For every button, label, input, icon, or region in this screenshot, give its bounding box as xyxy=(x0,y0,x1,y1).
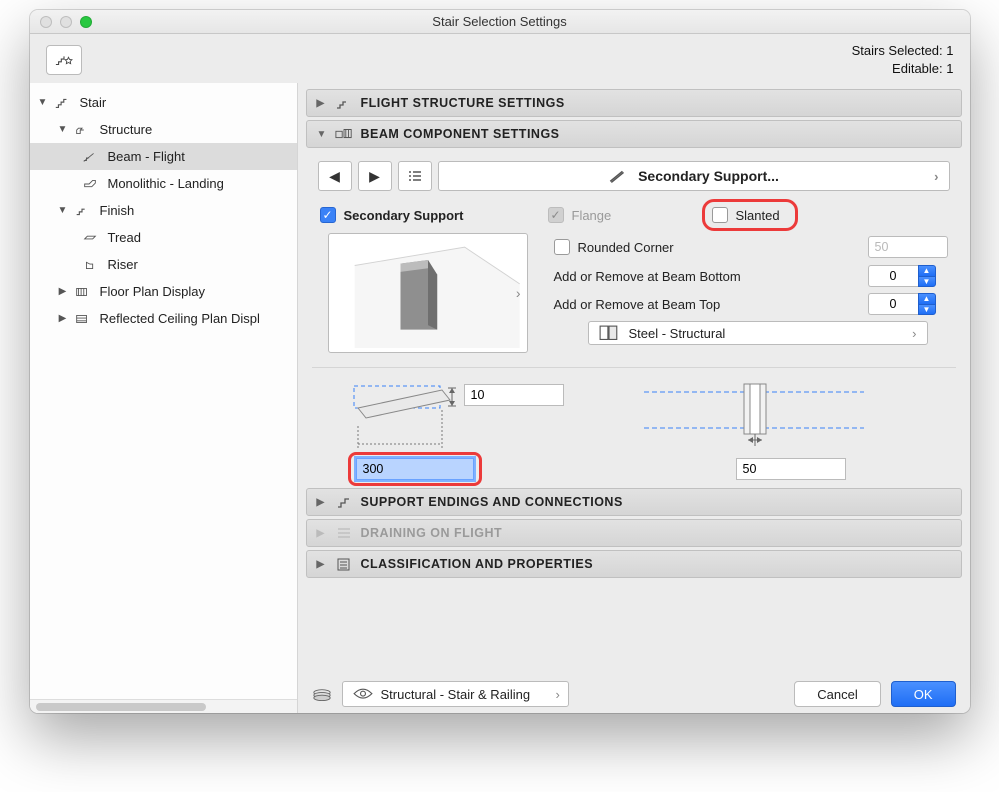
stairs-selected-value: 1 xyxy=(946,43,953,58)
material-swatch-icon xyxy=(599,325,619,341)
tree-item-stair[interactable]: Stair xyxy=(30,89,297,116)
stair-star-icon xyxy=(53,51,75,69)
layer-dropdown[interactable]: Structural - Stair & Railing › xyxy=(342,681,569,707)
slanted-checkbox[interactable] xyxy=(712,207,728,223)
section-support-endings[interactable]: ▶ SUPPORT ENDINGS AND CONNECTIONS xyxy=(306,488,962,516)
prev-support-button[interactable]: ◀ xyxy=(318,161,352,191)
section-beam-component[interactable]: ▼ BEAM COMPONENT SETTINGS xyxy=(306,120,962,148)
stair-icon xyxy=(52,95,72,111)
secondary-support-checkbox[interactable] xyxy=(320,207,336,223)
eye-icon xyxy=(353,686,373,702)
tree-item-riser[interactable]: Riser xyxy=(30,251,297,278)
flange-checkbox[interactable] xyxy=(548,207,564,223)
support-name-dropdown[interactable]: Secondary Support... › xyxy=(438,161,950,191)
chevron-right-icon: › xyxy=(912,326,916,341)
layer-swatch-icon xyxy=(312,686,332,702)
support-icon xyxy=(608,168,628,184)
titlebar: Stair Selection Settings xyxy=(30,10,970,34)
list-icon xyxy=(407,169,423,183)
endings-icon xyxy=(335,495,353,510)
editable-value: 1 xyxy=(946,61,953,76)
stairs-selected-label: Stairs Selected: xyxy=(852,43,943,58)
beam-width-input[interactable] xyxy=(464,384,564,406)
support-list-button[interactable] xyxy=(398,161,432,191)
settings-panel: ▶ FLIGHT STRUCTURE SETTINGS ▼ BEAM COMPO… xyxy=(298,83,970,713)
tree-item-finish[interactable]: Finish xyxy=(30,197,297,224)
monolithic-icon xyxy=(80,176,100,192)
riser-icon xyxy=(80,257,100,273)
secondary-support-label: Secondary Support xyxy=(344,208,464,223)
tree-item-structure[interactable]: Structure xyxy=(30,116,297,143)
finish-icon xyxy=(72,203,92,219)
rounded-corner-checkbox[interactable] xyxy=(554,239,570,255)
slanted-label: Slanted xyxy=(736,208,780,223)
tree-item-reflected-ceiling[interactable]: Reflected Ceiling Plan Displ xyxy=(30,305,297,332)
window-title: Stair Selection Settings xyxy=(30,14,970,29)
stepper-down-icon[interactable]: ▼ xyxy=(918,276,936,288)
support-preview[interactable]: › xyxy=(328,233,528,353)
add-remove-bottom-label: Add or Remove at Beam Bottom xyxy=(554,269,860,284)
rounded-corner-label: Rounded Corner xyxy=(578,240,674,255)
favorite-button[interactable] xyxy=(46,45,82,75)
tread-icon xyxy=(80,230,100,246)
editable-label: Editable: xyxy=(892,61,943,76)
rounded-corner-input[interactable] xyxy=(868,236,948,258)
material-dropdown[interactable]: Steel - Structural › xyxy=(588,321,928,345)
add-remove-top-label: Add or Remove at Beam Top xyxy=(554,297,860,312)
classification-icon xyxy=(335,557,353,572)
beam-thickness-input[interactable] xyxy=(736,458,846,480)
add-remove-top-stepper[interactable]: ▲▼ xyxy=(868,293,948,315)
beam-icon xyxy=(80,149,100,165)
settings-dialog: Stair Selection Settings Stairs Selected… xyxy=(30,10,970,713)
cancel-button[interactable]: Cancel xyxy=(794,681,880,707)
stepper-up-icon[interactable]: ▲ xyxy=(918,265,936,276)
next-support-button[interactable]: ▶ xyxy=(358,161,392,191)
tree-item-floor-plan-display[interactable]: Floor Plan Display xyxy=(30,278,297,305)
beam-preview-illustration xyxy=(333,238,523,348)
beam-component-icon xyxy=(335,127,353,142)
tree-item-monolithic-landing[interactable]: Monolithic - Landing xyxy=(30,170,297,197)
tree-item-tread[interactable]: Tread xyxy=(30,224,297,251)
add-remove-bottom-input[interactable] xyxy=(868,265,918,287)
thickness-diagram xyxy=(634,380,834,470)
draining-icon xyxy=(335,526,353,541)
chevron-right-icon: › xyxy=(516,285,521,301)
stepper-down-icon[interactable]: ▼ xyxy=(918,304,936,316)
top-strip: Stairs Selected: 1 Editable: 1 xyxy=(30,34,970,83)
chevron-right-icon: › xyxy=(934,169,938,184)
chevron-right-icon: › xyxy=(556,687,560,702)
section-draining[interactable]: ▶ DRAINING ON FLIGHT xyxy=(306,519,962,547)
ok-button[interactable]: OK xyxy=(891,681,956,707)
stepper-up-icon[interactable]: ▲ xyxy=(918,293,936,304)
add-remove-bottom-stepper[interactable]: ▲▼ xyxy=(868,265,948,287)
tree-item-beam-flight[interactable]: Beam - Flight xyxy=(30,143,297,170)
section-flight-structure[interactable]: ▶ FLIGHT STRUCTURE SETTINGS xyxy=(306,89,962,117)
plan-icon xyxy=(72,284,92,300)
beam-length-input[interactable] xyxy=(356,458,474,480)
flange-label: Flange xyxy=(572,208,612,223)
ceiling-plan-icon xyxy=(72,311,92,327)
navigation-tree: Stair Structure xyxy=(30,83,298,713)
structure-icon xyxy=(72,122,92,138)
flight-structure-icon xyxy=(335,96,353,111)
tree-horizontal-scrollbar[interactable] xyxy=(30,699,297,713)
section-classification[interactable]: ▶ CLASSIFICATION AND PROPERTIES xyxy=(306,550,962,578)
add-remove-top-input[interactable] xyxy=(868,293,918,315)
